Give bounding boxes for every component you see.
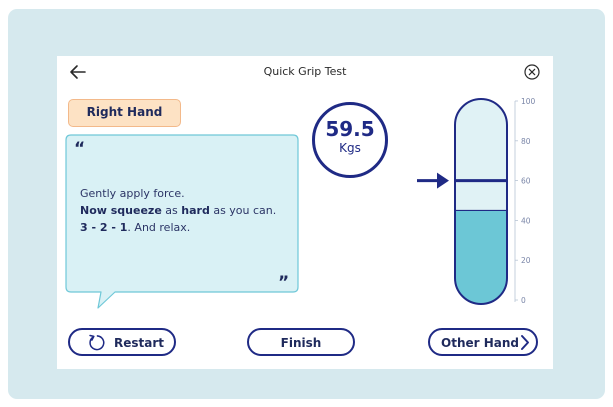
close-icon: [524, 64, 540, 80]
gauge-fill: [455, 210, 507, 304]
close-quote-mark: ”: [278, 273, 290, 293]
restart-icon: [89, 334, 105, 351]
instruction-line-3: 3 - 2 - 1. And relax.: [80, 221, 191, 234]
page-title: Quick Grip Test: [263, 65, 347, 78]
gauge-scale-label: 100: [521, 97, 536, 106]
gauge-scale-label: 60: [521, 177, 531, 186]
other-hand-button[interactable]: Other Hand: [428, 328, 538, 356]
top-bar: Quick Grip Test: [57, 56, 553, 88]
app-screen: Quick Grip Test Right Hand “ Gently appl…: [57, 56, 553, 369]
gauge-scale-label: 40: [521, 216, 531, 225]
force-reading-circle: 59.5 Kgs: [312, 102, 388, 178]
close-button[interactable]: [523, 63, 541, 81]
restart-button[interactable]: Restart: [68, 328, 176, 356]
gauge-scale-label: 80: [521, 137, 531, 146]
force-unit: Kgs: [339, 141, 361, 155]
hand-badge: Right Hand: [68, 99, 181, 127]
arrow-right-icon: [417, 172, 449, 189]
restart-label: Restart: [114, 336, 165, 350]
chevron-right-icon: [521, 335, 529, 350]
gauge-scale-label: 0: [521, 296, 526, 305]
grip-gauge: 100 80 60 40 20 0: [417, 97, 536, 305]
instruction-line-1: Gently apply force.: [80, 187, 185, 200]
gauge-scale-label: 20: [521, 256, 531, 265]
open-quote-mark: “: [74, 139, 86, 159]
finish-button[interactable]: Finish: [247, 328, 355, 356]
finish-label: Finish: [280, 336, 322, 350]
instruction-text: Gently apply force. Now squeeze as hard …: [80, 185, 300, 236]
force-value: 59.5: [325, 117, 375, 141]
instruction-line-2: Now squeeze as hard as you can.: [80, 204, 277, 217]
other-hand-label: Other Hand: [441, 336, 519, 350]
